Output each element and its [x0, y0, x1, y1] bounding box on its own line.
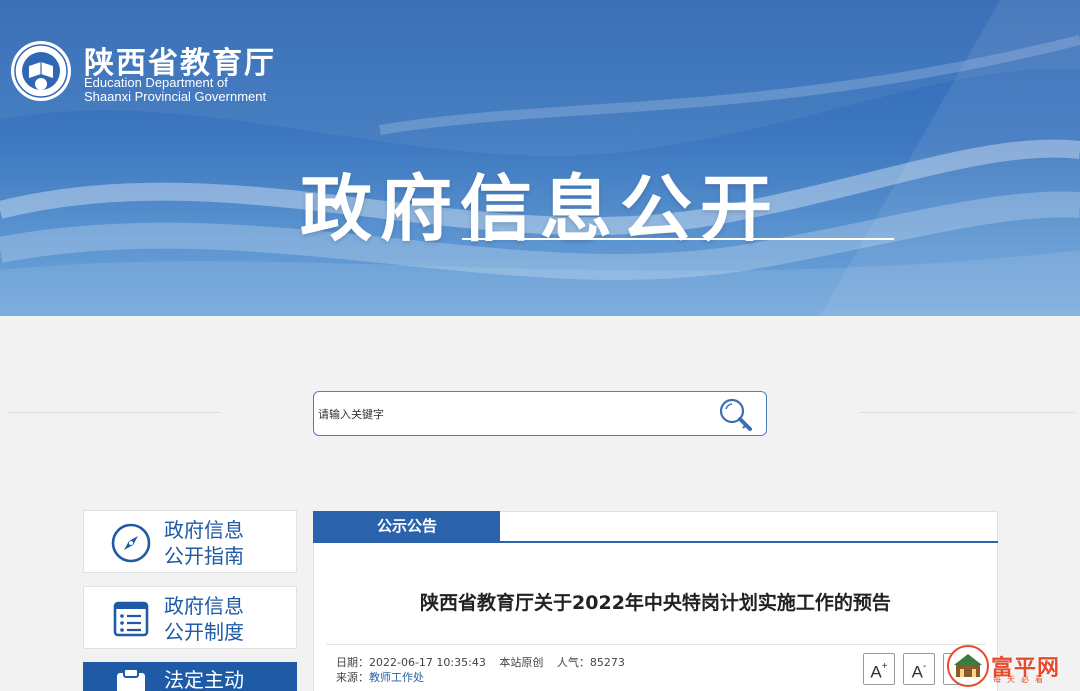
article-meta: 日期：2022-06-17 10:35:43 本站原创 人气：85273 — [336, 654, 635, 670]
search-input[interactable] — [318, 400, 708, 428]
eds-logo — [11, 41, 71, 101]
article-source: 来源：教师工作处 — [336, 669, 424, 685]
sidebar-item-line1: 政府信息 — [164, 518, 244, 542]
sidebar-item-line2: 公开指南 — [164, 544, 244, 568]
meta-divider — [326, 644, 986, 645]
compass-icon — [111, 523, 151, 563]
sidebar-item-label: 政府信息 公开制度 — [164, 593, 284, 645]
sidebar-item-disclosure-guide[interactable]: 政府信息 公开指南 — [83, 510, 297, 573]
watermark-logo — [947, 645, 989, 687]
font-increase-label: A — [870, 662, 882, 682]
article-origin: 本站原创 — [499, 656, 544, 669]
article-views: 人气：85273 — [556, 656, 625, 669]
list-icon — [113, 601, 149, 637]
search-icon[interactable] — [716, 395, 756, 435]
sidebar-item-line1: 法定主动 — [164, 668, 244, 691]
font-decrease-sup: - — [923, 661, 927, 672]
sidebar-item-line1: 政府信息 — [164, 594, 244, 618]
font-decrease-button[interactable]: A- — [903, 653, 935, 685]
banner-title-underline — [462, 238, 894, 240]
brand-en-line1: Education Department of — [84, 75, 228, 90]
search-box — [313, 391, 767, 436]
font-increase-button[interactable]: A+ — [863, 653, 895, 685]
divider-right — [860, 412, 1075, 413]
clipboard-icon — [117, 668, 145, 691]
sidebar-item-disclosure-system[interactable]: 政府信息 公开制度 — [83, 586, 297, 649]
brand-en-line2: Shaanxi Provincial Government — [84, 89, 267, 104]
sidebar-item-line2: 公开制度 — [164, 620, 244, 644]
article-source-label: 来源： — [336, 671, 369, 684]
sidebar-item-statutory-active[interactable]: 法定主动 — [83, 662, 297, 691]
divider-left — [7, 412, 220, 413]
watermark-subtext: 每天必看 — [993, 675, 1049, 684]
article-source-link[interactable]: 教师工作处 — [369, 671, 424, 684]
brand-name-en: Education Department of Shaanxi Provinci… — [84, 76, 266, 104]
sidebar-item-label: 法定主动 — [164, 667, 284, 691]
article-title: 陕西省教育厅关于2022年中央特岗计划实施工作的预告 — [420, 592, 891, 614]
sidebar-item-label: 政府信息 公开指南 — [164, 517, 284, 569]
font-increase-sup: + — [881, 661, 888, 672]
header-banner: 陕西省教育厅 Education Department of Shaanxi P… — [0, 0, 1080, 316]
tab-announcements[interactable]: 公示公告 — [313, 511, 500, 542]
font-decrease-label: A — [911, 662, 923, 682]
article-date: 日期：2022-06-17 10:35:43 — [336, 656, 486, 669]
